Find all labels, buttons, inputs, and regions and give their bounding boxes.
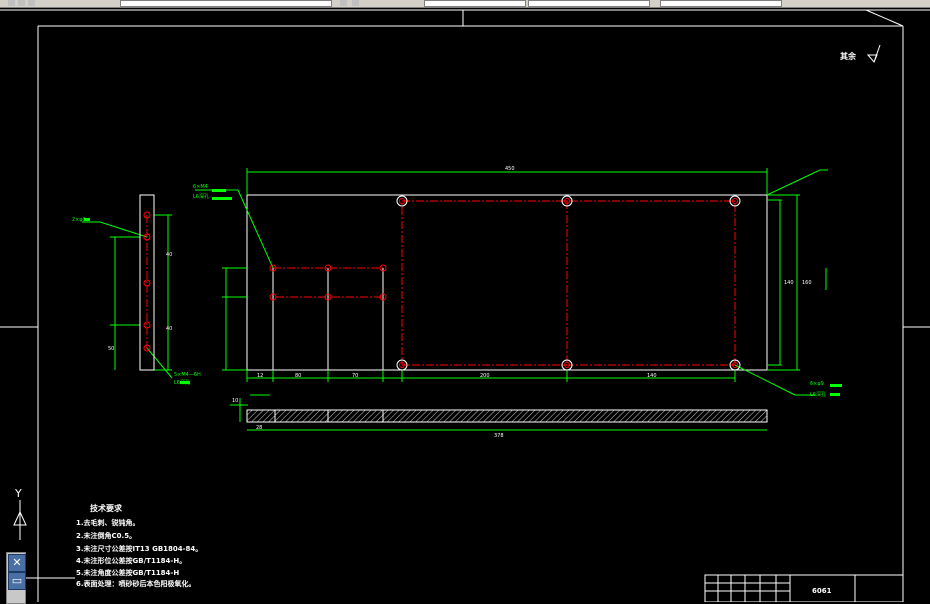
toolbar-button[interactable] [352, 0, 359, 6]
requirement-item: 5.未注角度公差按GB/T1184-H [76, 569, 180, 577]
color-dropdown[interactable] [660, 0, 782, 7]
linetype-dropdown[interactable] [424, 0, 526, 7]
callout-big-holes-depth: L6深孔 [810, 391, 826, 398]
ucs-y-label: Y [14, 487, 22, 500]
callout-small-holes-depth: L6深孔 [193, 193, 209, 200]
toolbar-button[interactable] [28, 0, 35, 6]
lineweight-dropdown[interactable] [528, 0, 650, 7]
dim-overall-length: 450 [505, 166, 515, 172]
toolbar-button[interactable] [18, 0, 25, 6]
drawing-canvas[interactable]: 450 160 140 6×M4 L6深孔 6×φ9 L6深孔 2×φ9 5×M… [0, 8, 930, 602]
callout-side-holes: 2×φ9 [72, 217, 86, 223]
requirement-item: 3.未注尺寸公差按IT13 GB1804-84。 [76, 545, 203, 553]
requirement-item: 4.未注形位公差按GB/T1184-H。 [76, 557, 187, 565]
big-holes [396, 195, 741, 371]
centerlines [146, 200, 736, 366]
callout-side-holes-2: 5×M4—6H [174, 372, 201, 378]
callout-big-holes: 6×φ9 [810, 381, 824, 387]
requirements-title: 技术要求 [90, 504, 122, 513]
callout-side-holes-depth: L6深孔 [174, 379, 190, 386]
dim-height: 140 [784, 280, 794, 286]
dim-side-3: 50 [108, 346, 114, 352]
small-hole-pattern [272, 268, 384, 370]
main-plate [246, 194, 768, 371]
roughness-mark [866, 44, 881, 63]
dim-bottom-2: 80 [295, 373, 301, 379]
dim-section-w: 28 [256, 425, 262, 431]
ucs-panel: ✕ ▭ [6, 552, 26, 604]
requirement-item: 6.表面处理：喷砂砂后本色阳极氧化。 [76, 580, 196, 588]
ucs-icon[interactable]: ✕ [8, 554, 26, 572]
part-number: 6061 [812, 587, 832, 595]
layer-dropdown[interactable] [120, 0, 332, 7]
toolbar [0, 0, 930, 8]
toolbar-button[interactable] [8, 0, 15, 6]
dim-section-length: 378 [494, 433, 504, 439]
dim-bottom-5: 140 [647, 373, 657, 379]
layout-icon[interactable]: ▭ [8, 572, 26, 590]
title-block [704, 574, 904, 602]
dim-bottom-3: 70 [352, 373, 358, 379]
section-view [246, 409, 768, 423]
callout-small-holes: 6×M4 [193, 184, 208, 190]
toolbar-button[interactable] [340, 0, 347, 6]
dim-section-thk: 10 [232, 398, 238, 404]
callout-marks [84, 189, 842, 396]
dim-bottom-4: 200 [480, 373, 490, 379]
dim-side-2: 40 [166, 326, 172, 332]
dimensions [82, 168, 828, 431]
requirement-item: 2.未注倒角C0.5。 [76, 532, 137, 540]
dim-bottom-1: 12 [257, 373, 263, 379]
dim-height-outer: 160 [802, 280, 812, 286]
dim-side-1: 40 [166, 252, 172, 258]
roughness-label: 其余 [840, 52, 856, 61]
requirement-item: 1.去毛刺、锐钝角。 [76, 519, 140, 527]
